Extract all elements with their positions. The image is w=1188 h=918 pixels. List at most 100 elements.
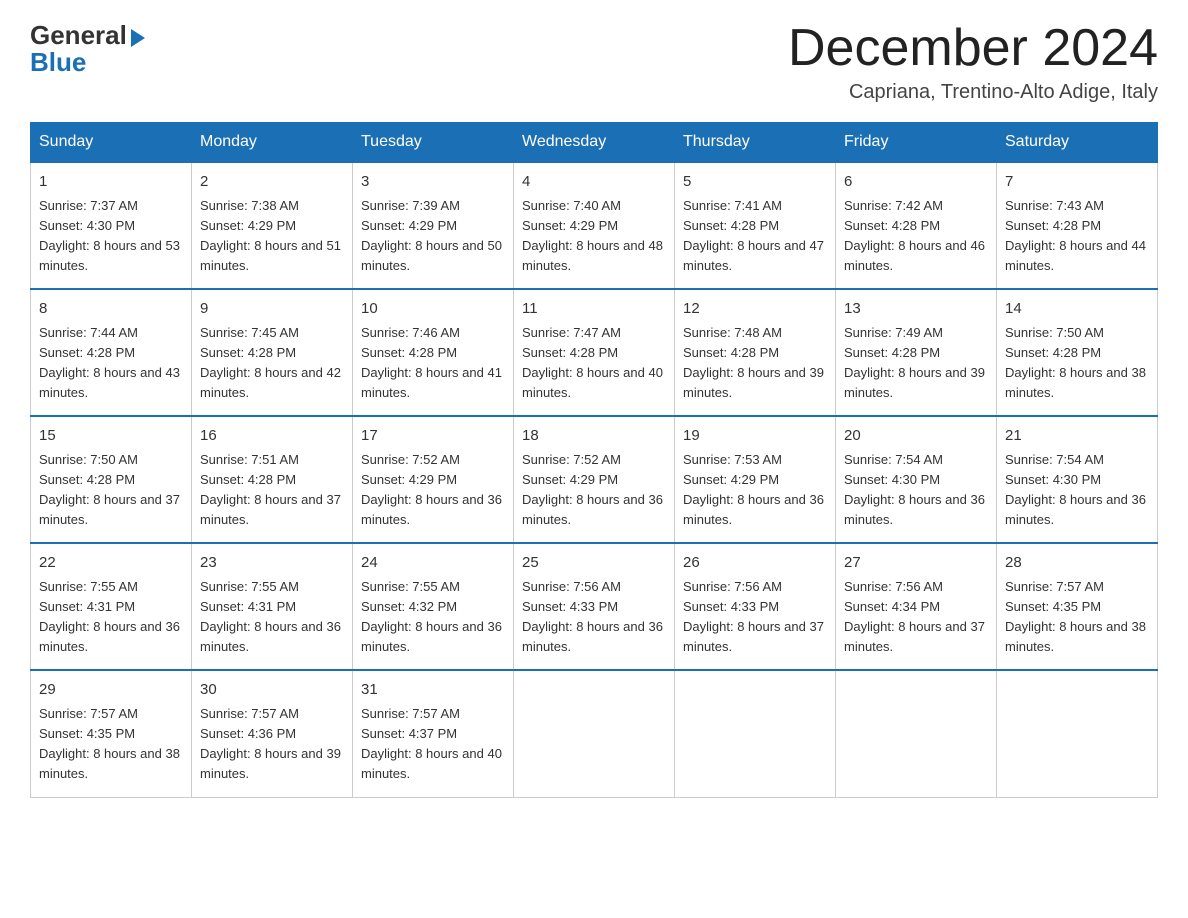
calendar-cell: 6Sunrise: 7:42 AMSunset: 4:28 PMDaylight…: [836, 162, 997, 289]
day-info: Sunrise: 7:46 AMSunset: 4:28 PMDaylight:…: [361, 323, 505, 404]
day-info: Sunrise: 7:52 AMSunset: 4:29 PMDaylight:…: [522, 450, 666, 531]
calendar-cell: 29Sunrise: 7:57 AMSunset: 4:35 PMDayligh…: [31, 670, 192, 797]
calendar-cell: 25Sunrise: 7:56 AMSunset: 4:33 PMDayligh…: [514, 543, 675, 670]
calendar-cell: 22Sunrise: 7:55 AMSunset: 4:31 PMDayligh…: [31, 543, 192, 670]
day-info: Sunrise: 7:55 AMSunset: 4:31 PMDaylight:…: [39, 577, 183, 658]
day-number: 27: [844, 552, 988, 575]
calendar-cell: 15Sunrise: 7:50 AMSunset: 4:28 PMDayligh…: [31, 416, 192, 543]
day-number: 20: [844, 425, 988, 448]
day-info: Sunrise: 7:55 AMSunset: 4:31 PMDaylight:…: [200, 577, 344, 658]
day-info: Sunrise: 7:49 AMSunset: 4:28 PMDaylight:…: [844, 323, 988, 404]
day-number: 13: [844, 298, 988, 321]
day-info: Sunrise: 7:57 AMSunset: 4:37 PMDaylight:…: [361, 704, 505, 785]
day-info: Sunrise: 7:54 AMSunset: 4:30 PMDaylight:…: [1005, 450, 1149, 531]
day-number: 31: [361, 679, 505, 702]
day-number: 25: [522, 552, 666, 575]
calendar-cell: 16Sunrise: 7:51 AMSunset: 4:28 PMDayligh…: [192, 416, 353, 543]
calendar-cell: 31Sunrise: 7:57 AMSunset: 4:37 PMDayligh…: [353, 670, 514, 797]
day-number: 24: [361, 552, 505, 575]
calendar-cell: 24Sunrise: 7:55 AMSunset: 4:32 PMDayligh…: [353, 543, 514, 670]
header-day-friday: Friday: [836, 123, 997, 163]
day-info: Sunrise: 7:53 AMSunset: 4:29 PMDaylight:…: [683, 450, 827, 531]
week-row-2: 8Sunrise: 7:44 AMSunset: 4:28 PMDaylight…: [31, 289, 1158, 416]
calendar-cell: 9Sunrise: 7:45 AMSunset: 4:28 PMDaylight…: [192, 289, 353, 416]
day-info: Sunrise: 7:57 AMSunset: 4:35 PMDaylight:…: [1005, 577, 1149, 658]
day-info: Sunrise: 7:56 AMSunset: 4:33 PMDaylight:…: [683, 577, 827, 658]
day-info: Sunrise: 7:57 AMSunset: 4:36 PMDaylight:…: [200, 704, 344, 785]
calendar-cell: 30Sunrise: 7:57 AMSunset: 4:36 PMDayligh…: [192, 670, 353, 797]
day-number: 11: [522, 298, 666, 321]
day-number: 9: [200, 298, 344, 321]
day-info: Sunrise: 7:37 AMSunset: 4:30 PMDaylight:…: [39, 196, 183, 277]
day-number: 12: [683, 298, 827, 321]
calendar-cell: [836, 670, 997, 797]
day-number: 15: [39, 425, 183, 448]
calendar-cell: 13Sunrise: 7:49 AMSunset: 4:28 PMDayligh…: [836, 289, 997, 416]
day-number: 7: [1005, 171, 1149, 194]
calendar-cell: 5Sunrise: 7:41 AMSunset: 4:28 PMDaylight…: [675, 162, 836, 289]
calendar-header: SundayMondayTuesdayWednesdayThursdayFrid…: [31, 123, 1158, 163]
calendar-cell: 7Sunrise: 7:43 AMSunset: 4:28 PMDaylight…: [997, 162, 1158, 289]
day-info: Sunrise: 7:51 AMSunset: 4:28 PMDaylight:…: [200, 450, 344, 531]
calendar-cell: 27Sunrise: 7:56 AMSunset: 4:34 PMDayligh…: [836, 543, 997, 670]
calendar-cell: 18Sunrise: 7:52 AMSunset: 4:29 PMDayligh…: [514, 416, 675, 543]
day-info: Sunrise: 7:44 AMSunset: 4:28 PMDaylight:…: [39, 323, 183, 404]
calendar-cell: 1Sunrise: 7:37 AMSunset: 4:30 PMDaylight…: [31, 162, 192, 289]
calendar-cell: 3Sunrise: 7:39 AMSunset: 4:29 PMDaylight…: [353, 162, 514, 289]
day-number: 16: [200, 425, 344, 448]
day-number: 14: [1005, 298, 1149, 321]
day-number: 29: [39, 679, 183, 702]
month-title: December 2024: [788, 20, 1158, 77]
day-info: Sunrise: 7:54 AMSunset: 4:30 PMDaylight:…: [844, 450, 988, 531]
day-info: Sunrise: 7:47 AMSunset: 4:28 PMDaylight:…: [522, 323, 666, 404]
header-row: SundayMondayTuesdayWednesdayThursdayFrid…: [31, 123, 1158, 163]
day-info: Sunrise: 7:42 AMSunset: 4:28 PMDaylight:…: [844, 196, 988, 277]
day-number: 19: [683, 425, 827, 448]
day-number: 18: [522, 425, 666, 448]
calendar-cell: 28Sunrise: 7:57 AMSunset: 4:35 PMDayligh…: [997, 543, 1158, 670]
day-number: 4: [522, 171, 666, 194]
calendar-cell: 2Sunrise: 7:38 AMSunset: 4:29 PMDaylight…: [192, 162, 353, 289]
header-day-monday: Monday: [192, 123, 353, 163]
logo: General Blue: [30, 20, 145, 78]
day-number: 8: [39, 298, 183, 321]
calendar-table: SundayMondayTuesdayWednesdayThursdayFrid…: [30, 122, 1158, 797]
day-number: 5: [683, 171, 827, 194]
week-row-5: 29Sunrise: 7:57 AMSunset: 4:35 PMDayligh…: [31, 670, 1158, 797]
calendar-cell: 23Sunrise: 7:55 AMSunset: 4:31 PMDayligh…: [192, 543, 353, 670]
day-number: 1: [39, 171, 183, 194]
day-info: Sunrise: 7:55 AMSunset: 4:32 PMDaylight:…: [361, 577, 505, 658]
day-info: Sunrise: 7:39 AMSunset: 4:29 PMDaylight:…: [361, 196, 505, 277]
day-info: Sunrise: 7:56 AMSunset: 4:33 PMDaylight:…: [522, 577, 666, 658]
day-info: Sunrise: 7:48 AMSunset: 4:28 PMDaylight:…: [683, 323, 827, 404]
calendar-cell: [514, 670, 675, 797]
calendar-cell: 26Sunrise: 7:56 AMSunset: 4:33 PMDayligh…: [675, 543, 836, 670]
calendar-cell: 8Sunrise: 7:44 AMSunset: 4:28 PMDaylight…: [31, 289, 192, 416]
header-day-wednesday: Wednesday: [514, 123, 675, 163]
day-info: Sunrise: 7:41 AMSunset: 4:28 PMDaylight:…: [683, 196, 827, 277]
title-block: December 2024 Capriana, Trentino-Alto Ad…: [788, 20, 1158, 104]
header-day-sunday: Sunday: [31, 123, 192, 163]
logo-triangle-icon: [131, 29, 145, 47]
page-header: General Blue December 2024 Capriana, Tre…: [30, 20, 1158, 104]
calendar-cell: [675, 670, 836, 797]
day-number: 28: [1005, 552, 1149, 575]
calendar-cell: 4Sunrise: 7:40 AMSunset: 4:29 PMDaylight…: [514, 162, 675, 289]
calendar-cell: 10Sunrise: 7:46 AMSunset: 4:28 PMDayligh…: [353, 289, 514, 416]
header-day-saturday: Saturday: [997, 123, 1158, 163]
day-info: Sunrise: 7:40 AMSunset: 4:29 PMDaylight:…: [522, 196, 666, 277]
calendar-cell: 11Sunrise: 7:47 AMSunset: 4:28 PMDayligh…: [514, 289, 675, 416]
day-info: Sunrise: 7:45 AMSunset: 4:28 PMDaylight:…: [200, 323, 344, 404]
day-info: Sunrise: 7:56 AMSunset: 4:34 PMDaylight:…: [844, 577, 988, 658]
week-row-4: 22Sunrise: 7:55 AMSunset: 4:31 PMDayligh…: [31, 543, 1158, 670]
day-info: Sunrise: 7:50 AMSunset: 4:28 PMDaylight:…: [1005, 323, 1149, 404]
header-day-thursday: Thursday: [675, 123, 836, 163]
day-number: 22: [39, 552, 183, 575]
day-number: 26: [683, 552, 827, 575]
day-number: 17: [361, 425, 505, 448]
day-number: 23: [200, 552, 344, 575]
day-number: 10: [361, 298, 505, 321]
day-info: Sunrise: 7:38 AMSunset: 4:29 PMDaylight:…: [200, 196, 344, 277]
header-day-tuesday: Tuesday: [353, 123, 514, 163]
logo-blue-text: Blue: [30, 47, 86, 78]
